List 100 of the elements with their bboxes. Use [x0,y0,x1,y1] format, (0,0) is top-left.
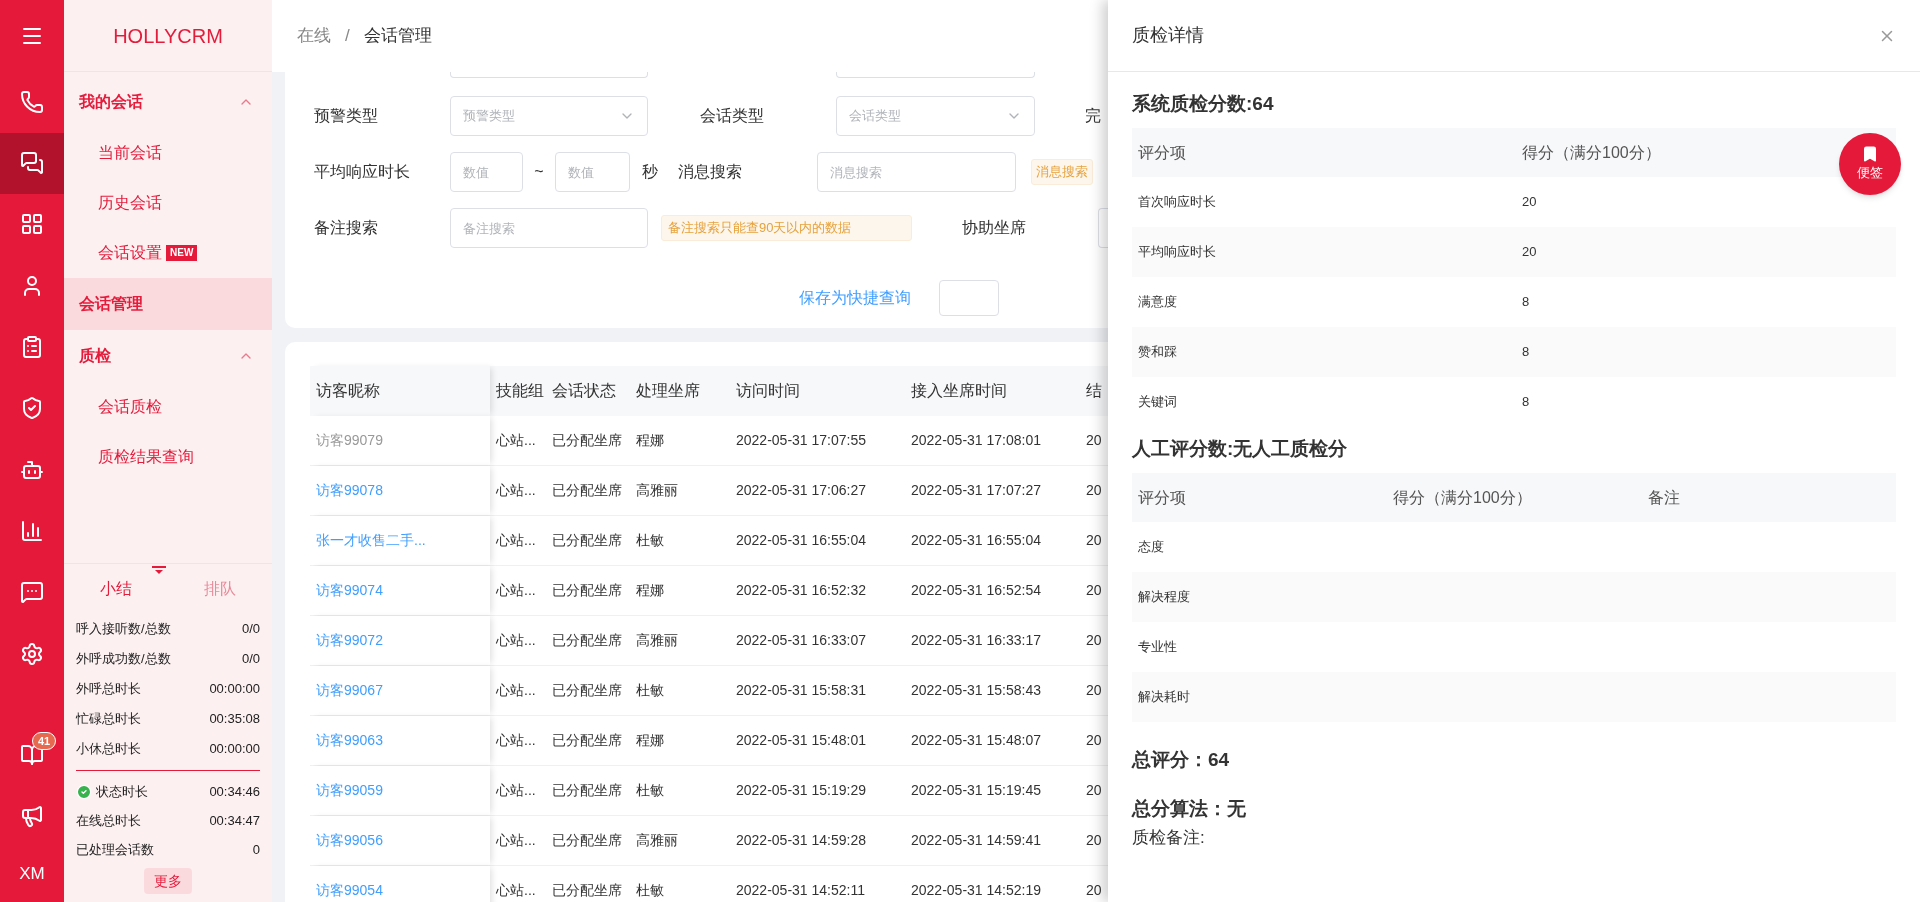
visitor-link[interactable]: 访客99078 [316,480,383,501]
range-separator: ~ [533,162,545,182]
hint-tag: 备注搜索只能查90天以内的数据 [661,215,912,241]
visitor-link[interactable]: 访客99059 [316,780,383,801]
table-cell: 态度 [1138,539,1164,555]
table-cell: 平均响应时长 [1138,244,1216,260]
table-cell-text: 心站... [496,681,536,700]
megaphone-icon [20,803,44,828]
chat-bubbles-icon [20,151,44,176]
table-cell-text: 杜敏 [636,531,664,550]
max-value-field[interactable]: 数值 [555,152,630,192]
table-cell-text: 已分配坐席 [552,431,622,450]
table-cell-text: 2022-05-31 14:59:28 [736,831,866,850]
more-button[interactable]: 更多 [144,868,192,894]
save-query-link[interactable]: 保存为快捷查询 [799,286,911,310]
table-cell-text: 2022-05-31 15:48:01 [736,731,866,750]
visitor-link[interactable]: 访客99054 [316,880,383,901]
visitor-link[interactable]: 访客99063 [316,730,383,751]
select-field[interactable]: 会话类型 [836,96,1035,136]
column-header: 接入坐席时间 [911,381,1007,401]
table-cell-text: 程娜 [636,731,664,750]
table-cell: 20 [1522,194,1537,210]
stat-label: 小休总时长 [76,740,141,759]
stat-value: 0 [252,840,260,859]
table-cell: 关键词 [1138,394,1177,410]
column-header: 访问时间 [736,381,800,401]
shield-icon [20,396,44,421]
table-cell-text: 已分配坐席 [552,681,622,700]
check-circle-icon [76,783,92,800]
menu-item[interactable]: 质检 [64,330,272,382]
table-cell-text: 2022-05-31 17:07:55 [736,431,866,450]
table-cell-text: 已分配坐席 [552,581,622,600]
column-header: 评分项 [1138,143,1186,161]
visitor-link[interactable]: 访客99067 [316,680,383,701]
table-cell-text: 2022-05-31 16:33:07 [736,631,866,650]
min-value-field[interactable]: 数值 [450,152,523,192]
table-cell-text: 已分配坐席 [552,781,622,800]
submenu-item[interactable]: 会话质检 [98,395,162,419]
table-cell-text: 20 [1086,781,1102,800]
stat-value: 00:00:00 [209,680,260,699]
table-cell: 8 [1522,344,1530,360]
table-cell-text: 2022-05-31 16:33:17 [911,631,1041,650]
summary-tab[interactable]: 小结 [64,564,168,614]
submenu-item[interactable]: 会话设置 [98,241,162,265]
visitor-link[interactable]: 访客99074 [316,580,383,601]
table-cell-text: 已分配坐席 [552,731,622,750]
stat-value: 00:35:08 [209,710,260,729]
new-badge: NEW [166,245,198,261]
table-cell-text: 2022-05-31 14:59:41 [911,831,1041,850]
table-cell-text: 20 [1086,581,1102,600]
table-cell-text: 2022-05-31 17:08:01 [911,431,1041,450]
table-cell-text: 已分配坐席 [552,531,622,550]
table-cell: 8 [1522,394,1530,410]
table-cell-text: 2022-05-31 16:52:54 [911,581,1041,600]
table-cell-text: 2022-05-31 14:52:19 [911,881,1041,900]
select-field[interactable]: 预警类型 [450,96,648,136]
filter-label: 备注搜索 [314,218,379,238]
gear-icon [20,641,44,666]
table-cell-text: 杜敏 [636,681,664,700]
visitor-link[interactable]: 张一才收售二手... [316,530,426,551]
nav-rail-button[interactable] [0,132,64,194]
stat-label: 状态时长 [96,782,148,801]
visitor-link[interactable]: 访客99072 [316,630,383,651]
section-title: 系统质检分数:64 [1132,92,1275,116]
submenu-item[interactable]: 质检结果查询 [98,445,194,469]
input-field[interactable] [1098,208,1108,248]
menu-item[interactable]: 我的会话 [64,76,272,128]
table-cell-text: 心站... [496,631,536,650]
table-cell-text: 20 [1086,481,1102,500]
message-search-field[interactable]: 消息搜索 [817,152,1016,192]
table-cell-text: 2022-05-31 14:52:11 [736,881,865,900]
table-cell-text: 2022-05-31 17:07:27 [911,481,1041,500]
unit-label: 秒 [642,162,659,182]
user-initials[interactable]: XM [0,846,64,902]
section-title: 人工评分数:无人工质检分 [1132,437,1349,461]
submenu-item[interactable]: 当前会话 [98,141,162,165]
visitor-link[interactable]: 访客99056 [316,830,383,851]
filter-label: 会话类型 [700,106,765,126]
count-badge: 41 [32,731,57,750]
drawer-title: 质检详情 [1132,24,1204,47]
stat-label: 忙碌总时长 [76,710,141,729]
stat-label: 外呼总时长 [76,680,141,699]
stat-label: 在线总时长 [76,811,141,830]
breadcrumb-link[interactable]: 在线 [297,23,331,49]
table-cell-text: 已分配坐席 [552,831,622,850]
table-cell-text: 心站... [496,481,536,500]
column-header: 技能组 [496,381,544,401]
visitor-link[interactable]: 访客99079 [316,430,383,451]
table-cell-text: 20 [1086,531,1102,550]
table-cell: 解决耗时 [1138,689,1190,705]
nav-rail-button[interactable]: 41 [0,723,64,786]
total-score: 总评分：64 [1132,748,1231,772]
summary-tab[interactable]: 排队 [168,564,272,614]
table-cell-text: 心站... [496,881,536,900]
menu-item[interactable]: 会话管理 [64,278,272,330]
submenu-item[interactable]: 历史会话 [98,191,162,215]
table-cell: 赞和踩 [1138,344,1177,360]
table-cell: 首次响应时长 [1138,194,1216,210]
note-search-field[interactable]: 备注搜索 [450,208,648,248]
table-cell-text: 20 [1086,681,1102,700]
